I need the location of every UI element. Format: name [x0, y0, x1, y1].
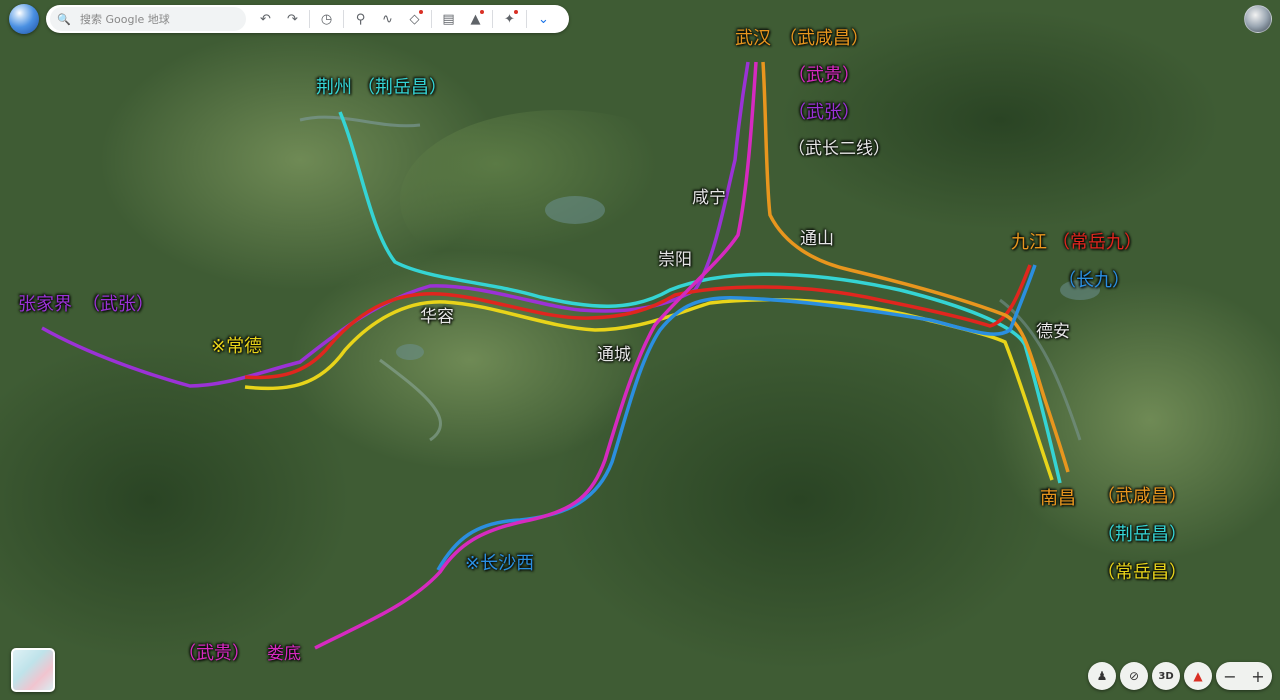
label-changyuechang: （常岳昌） [1097, 562, 1187, 583]
street-view-pegman-icon[interactable]: ♟ [1088, 662, 1116, 690]
label-huarong: 华容 [420, 307, 454, 327]
label-wuxianchang-bottom: （武咸昌） [1097, 486, 1187, 507]
toolbar-divider [492, 10, 493, 28]
label-changshaxi: ※长沙西 [465, 553, 535, 574]
label-wuchang2: （武长二线） [788, 139, 890, 159]
toolbar: 🔍 搜索 Google 地球 ↶ ↷ ◷ ⚲ ∿ ◇ ▤ ▲ ✦ ⌄ [46, 5, 569, 33]
label-dean: 德安 [1036, 322, 1070, 342]
toolbar-divider [343, 10, 344, 28]
placemark-icon[interactable]: ⚲ [347, 5, 374, 33]
satellite-icon[interactable]: ✦ [496, 5, 523, 33]
label-changjiu: （长九） [1058, 270, 1130, 291]
label-wuzhang-left: （武张） [82, 294, 154, 315]
reset-tilt-icon[interactable]: ⊘ [1120, 662, 1148, 690]
notification-dot [419, 10, 423, 14]
label-tongshan: 通山 [800, 229, 834, 249]
undo-icon[interactable]: ↶ [252, 5, 279, 33]
three-d-button[interactable]: 3D [1152, 662, 1180, 690]
label-changde: ※常德 [211, 336, 263, 357]
history-icon[interactable]: ◷ [313, 5, 340, 33]
label-tongcheng: 通城 [597, 345, 631, 365]
compass-icon[interactable]: ▲ [1184, 662, 1212, 690]
toolbar-divider [526, 10, 527, 28]
label-wuxianchang-top: （武咸昌） [779, 28, 869, 49]
label-wuhan: 武汉 [735, 28, 771, 49]
zoom-in-button[interactable]: + [1251, 667, 1264, 686]
chevron-down-icon[interactable]: ⌄ [530, 5, 557, 33]
label-jingyuechang-top: （荆岳昌） [357, 77, 447, 98]
zoom-out-button[interactable]: − [1223, 667, 1236, 686]
notification-dot [514, 10, 518, 14]
redo-icon[interactable]: ↷ [279, 5, 306, 33]
label-jingzhou: 荆州 [316, 77, 352, 98]
label-nanchang: 南昌 [1040, 488, 1076, 509]
layers-icon[interactable]: ◇ [401, 5, 428, 33]
satellite-map[interactable] [0, 0, 1280, 700]
label-wugui-top: （武贵） [788, 65, 860, 86]
label-loudi: 娄底 [267, 644, 301, 664]
toolbar-divider [309, 10, 310, 28]
map-style-thumbnail[interactable] [11, 648, 55, 692]
image-icon[interactable]: ▲ [462, 5, 489, 33]
zoom-controls: − + [1216, 662, 1272, 690]
label-changyuejiu: （常岳九） [1052, 232, 1142, 253]
toolbar-divider [431, 10, 432, 28]
label-wugui-bottom: （武贵） [178, 643, 250, 664]
notification-dot [480, 10, 484, 14]
search-input[interactable]: 搜索 Google 地球 [80, 11, 170, 27]
label-wuzhang-top: （武张） [788, 102, 860, 123]
search-icon: 🔍 [57, 12, 71, 26]
label-xianning: 咸宁 [692, 188, 726, 208]
google-earth-logo[interactable] [9, 4, 39, 34]
label-chongyang: 崇阳 [658, 250, 692, 270]
ruler-icon[interactable]: ▤ [435, 5, 462, 33]
search-box[interactable]: 🔍 搜索 Google 地球 [50, 7, 246, 31]
label-jiujiang: 九江 [1011, 232, 1047, 253]
label-zhangjiajie: 张家界 [18, 294, 72, 315]
label-jingyuechang-bottom: （荆岳昌） [1097, 524, 1187, 545]
avatar[interactable] [1244, 5, 1272, 33]
path-icon[interactable]: ∿ [374, 5, 401, 33]
